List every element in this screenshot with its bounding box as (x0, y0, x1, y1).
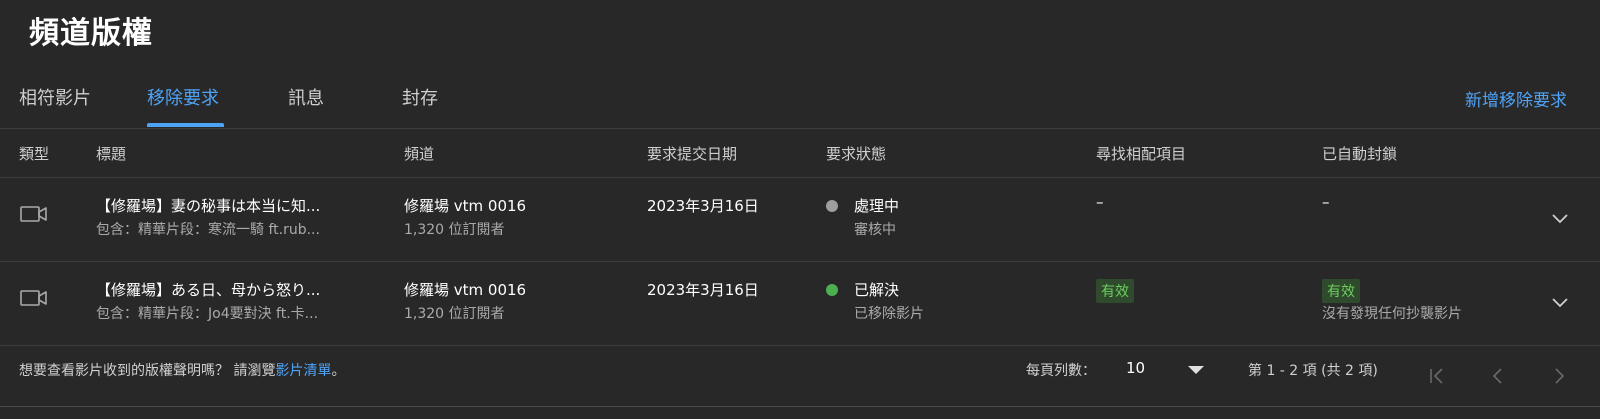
row-date: 2023年3月16日 (647, 281, 759, 299)
row-autoblock-detail: 沒有發現任何抄襲影片 (1322, 306, 1462, 322)
column-header-type: 類型 (19, 145, 50, 163)
status-dot (826, 284, 838, 296)
column-header-title: 標題 (96, 145, 127, 163)
status-dot (826, 200, 838, 212)
tab-removal-requests[interactable]: 移除要求 (147, 84, 219, 110)
row-subtitle: 包含：精華片段：Jo4要對決 ft.卡... (96, 306, 319, 322)
footer-note-suffix: 。 (331, 363, 346, 379)
autoblock-valid-badge: 有效 (1322, 279, 1360, 303)
previous-page-icon[interactable] (1489, 366, 1507, 386)
active-tab-indicator (147, 123, 224, 127)
row-title[interactable]: 【修羅場】妻の秘事は本当に知... (96, 195, 320, 216)
column-header-date: 要求提交日期 (647, 145, 738, 163)
table-row[interactable]: 【修羅場】ある日、母から怒り... 包含：精華片段：Jo4要對決 ft.卡...… (0, 262, 1600, 345)
row-subscribers: 1,320 位訂閱者 (404, 306, 505, 322)
tab-messages[interactable]: 訊息 (288, 84, 324, 110)
video-icon (20, 206, 47, 222)
row-subtitle: 包含：精華片段：寒流一騎 ft.rub... (96, 222, 320, 238)
row-status-detail: 已移除影片 (854, 306, 924, 322)
match-valid-badge: 有效 (1096, 279, 1134, 303)
tab-bar: 相符影片 移除要求 訊息 封存 新增移除要求 (0, 72, 1600, 127)
rows-per-page-select[interactable]: 10 (1126, 359, 1145, 377)
column-header-autoblock: 已自動封鎖 (1322, 145, 1398, 163)
first-page-icon[interactable] (1428, 366, 1446, 386)
row-status-detail: 審核中 (854, 222, 896, 238)
bottom-divider (0, 406, 1600, 407)
row-date: 2023年3月16日 (647, 197, 759, 215)
expand-chevron-icon[interactable] (1551, 293, 1569, 311)
page-title: 頻道版權 (29, 16, 153, 51)
channel-copyright-page: 頻道版權 相符影片 移除要求 訊息 封存 新增移除要求 類型 標題 頻道 要求提… (0, 0, 1600, 419)
column-header-channel: 頻道 (404, 145, 435, 163)
tab-matches[interactable]: 相符影片 (19, 84, 91, 110)
footer-note: 想要查看影片收到的版權聲明嗎？ 請瀏覽影片清單。 (19, 360, 345, 380)
expand-chevron-icon[interactable] (1551, 209, 1569, 227)
rows-per-page-label: 每頁列數： (1026, 363, 1096, 379)
tab-archive[interactable]: 封存 (402, 84, 438, 110)
row-status: 處理中 (854, 197, 900, 215)
dropdown-caret-icon[interactable] (1188, 366, 1204, 374)
video-list-link[interactable]: 影片清單 (275, 363, 331, 379)
video-icon (20, 290, 47, 306)
divider (0, 128, 1600, 129)
pagination-range: 第 1 - 2 項 (共 2 項) (1248, 363, 1378, 379)
footer-note-prefix: 想要查看影片收到的版權聲明嗎？ 請瀏覽 (19, 363, 276, 379)
add-removal-request-button[interactable]: 新增移除要求 (1465, 86, 1567, 111)
row-channel[interactable]: 修羅場 vtm 0016 (404, 279, 526, 300)
table-row[interactable]: 【修羅場】妻の秘事は本当に知... 包含：精華片段：寒流一騎 ft.rub...… (0, 178, 1600, 261)
column-header-status: 要求狀態 (826, 145, 887, 163)
row-subscribers: 1,320 位訂閱者 (404, 222, 505, 238)
row-title[interactable]: 【修羅場】ある日、母から怒り... (96, 279, 320, 300)
row-status: 已解決 (854, 281, 900, 299)
divider (0, 345, 1600, 346)
next-page-icon[interactable] (1550, 366, 1568, 386)
row-autoblock: – (1322, 193, 1330, 211)
row-channel[interactable]: 修羅場 vtm 0016 (404, 195, 526, 216)
row-match: – (1096, 193, 1104, 211)
column-header-match: 尋找相配項目 (1096, 145, 1187, 163)
